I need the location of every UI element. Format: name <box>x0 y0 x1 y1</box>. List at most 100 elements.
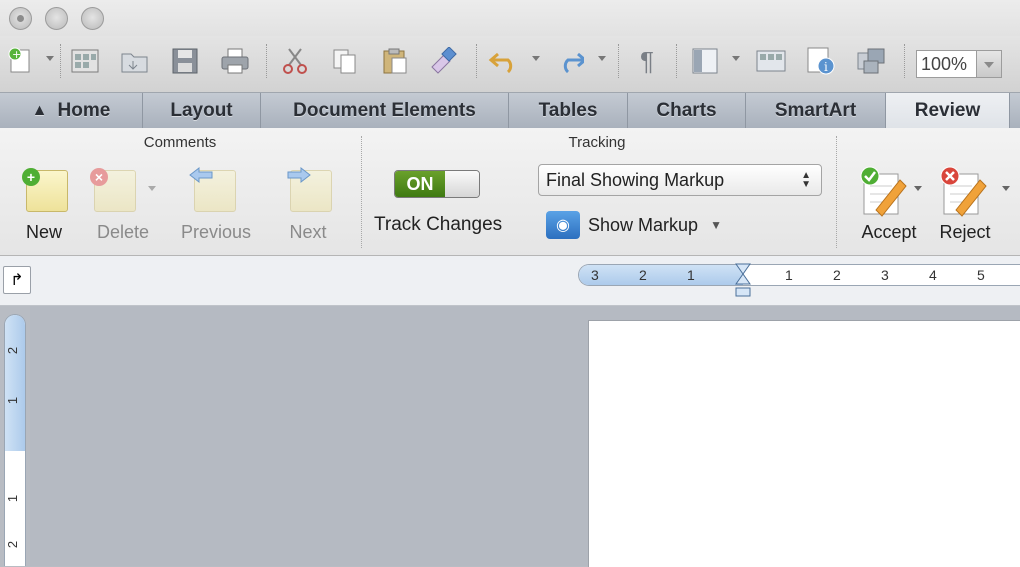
tab-home[interactable]: ▲ Home <box>0 93 143 128</box>
delete-comment-button[interactable]: × Delete <box>90 166 156 254</box>
ruler-number: 1 <box>687 267 695 283</box>
review-ribbon: Comments Tracking + New × Delete Previou… <box>0 128 1020 256</box>
next-comment-button[interactable]: Next <box>278 166 338 254</box>
redo-dropdown-icon[interactable] <box>598 56 606 61</box>
reject-button[interactable]: Reject <box>939 166 1010 254</box>
pilcrow-glyph: ¶ <box>640 45 654 76</box>
toolbox-icon[interactable]: i <box>806 46 836 76</box>
home-icon: ▲ <box>31 101 48 119</box>
delete-comment-label: Delete <box>96 222 150 242</box>
tab-smartart-label: SmartArt <box>774 99 857 121</box>
cut-icon[interactable] <box>280 46 310 76</box>
close-window-button[interactable] <box>9 7 32 30</box>
reject-label: Reject <box>939 222 991 242</box>
previous-comment-label: Previous <box>180 222 252 242</box>
comments-group-title: Comments <box>143 134 217 151</box>
svg-text:+: + <box>12 48 21 61</box>
tab-document-elements-label: Document Elements <box>293 99 476 121</box>
sidebar-dropdown-icon[interactable] <box>732 56 740 61</box>
tab-stop-selector[interactable]: ↱ <box>3 266 31 294</box>
toolbar-separator <box>60 44 62 78</box>
tab-tables-label: Tables <box>538 99 598 121</box>
templates-icon[interactable] <box>70 46 100 76</box>
ruler-number: 3 <box>881 267 889 283</box>
media-browser-icon[interactable] <box>856 46 886 76</box>
show-markup-label: Show Markup <box>588 214 699 235</box>
toolbar-separator <box>266 44 268 78</box>
accept-dropdown-icon[interactable] <box>914 186 922 191</box>
gallery-icon[interactable] <box>756 46 786 76</box>
ruler-number: 2 <box>833 267 841 283</box>
accept-icon <box>860 166 907 217</box>
redo-icon[interactable] <box>554 46 584 76</box>
new-comment-button[interactable]: + New <box>14 166 74 254</box>
ruler-number: 3 <box>591 267 599 283</box>
accept-label: Accept <box>861 222 917 242</box>
toolbar-separator <box>476 44 478 78</box>
paste-icon[interactable] <box>380 46 410 76</box>
open-icon[interactable] <box>120 46 150 76</box>
reject-dropdown-icon[interactable] <box>1002 186 1010 191</box>
toolbar-separator <box>904 44 906 78</box>
left-arrow-icon <box>189 166 213 184</box>
document-page[interactable] <box>588 320 1020 567</box>
zoom-window-button[interactable] <box>81 7 104 30</box>
horizontal-ruler[interactable]: 3 2 1 1 2 3 4 5 <box>578 264 1020 286</box>
show-markup-button[interactable]: ◉ Show Markup ▼ <box>546 210 722 240</box>
group-separator <box>361 136 363 248</box>
undo-icon[interactable] <box>488 46 518 76</box>
indent-marker-icon[interactable] <box>734 262 752 300</box>
track-changes-toggle[interactable]: ON <box>394 170 480 198</box>
tab-tables[interactable]: Tables <box>509 93 628 128</box>
magnifier-icon: ◉ <box>546 211 580 239</box>
updown-chevron-icon: ▲ ▼ <box>801 170 811 190</box>
save-icon[interactable] <box>170 46 200 76</box>
ruler-number: 2 <box>5 346 21 355</box>
new-document-icon[interactable]: + <box>6 46 36 76</box>
ruler-margin-area <box>579 265 743 285</box>
chevron-down-icon: ▼ <box>710 218 722 232</box>
standard-toolbar: + ¶ i 100% <box>0 36 1020 92</box>
copy-icon[interactable] <box>330 46 360 76</box>
accept-button[interactable]: Accept <box>856 166 922 254</box>
markup-view-value: Final Showing Markup <box>546 170 725 190</box>
undo-dropdown-icon[interactable] <box>532 56 540 61</box>
toggle-on-label: ON <box>395 171 445 197</box>
ruler-number: 2 <box>5 540 21 549</box>
minimize-window-button[interactable] <box>45 7 68 30</box>
print-icon[interactable] <box>220 46 250 76</box>
tab-review[interactable]: Review <box>886 93 1010 128</box>
format-painter-icon[interactable] <box>428 46 458 76</box>
tab-smartart[interactable]: SmartArt <box>746 93 886 128</box>
zoom-dropdown-icon[interactable] <box>976 51 1001 77</box>
vertical-ruler[interactable]: 2 1 1 2 <box>4 314 26 566</box>
zoom-select[interactable]: 100% <box>916 50 1002 78</box>
sidebar-icon[interactable] <box>690 46 720 76</box>
add-icon: + <box>22 168 40 186</box>
toggle-knob[interactable] <box>445 171 479 197</box>
toolbar-separator <box>676 44 678 78</box>
tab-document-elements[interactable]: Document Elements <box>261 93 509 128</box>
ribbon-tabs: ▲ Home Layout Document Elements Tables Ch… <box>0 92 1020 128</box>
ruler-bar: ↱ 3 2 1 1 2 3 4 5 <box>0 256 1020 306</box>
tab-layout[interactable]: Layout <box>143 93 261 128</box>
toolbar-separator <box>618 44 620 78</box>
previous-comment-button[interactable]: Previous <box>180 166 252 254</box>
delete-icon: × <box>90 168 108 186</box>
markup-view-select[interactable]: Final Showing Markup ▲ ▼ <box>538 164 822 196</box>
tab-stop-icon: ↱ <box>10 272 24 289</box>
title-bar <box>0 0 1020 36</box>
reject-icon <box>940 166 987 217</box>
right-arrow-icon <box>287 166 311 184</box>
tab-home-label: Home <box>57 99 111 121</box>
new-comment-label: New <box>25 222 62 242</box>
next-comment-label: Next <box>289 222 327 242</box>
delete-dropdown-icon[interactable] <box>148 186 156 191</box>
pilcrow-icon[interactable]: ¶ <box>632 46 662 76</box>
ruler-number: 2 <box>639 267 647 283</box>
ruler-number: 5 <box>977 267 985 283</box>
new-dropdown-icon[interactable] <box>46 56 54 61</box>
ruler-number: 1 <box>785 267 793 283</box>
tab-charts[interactable]: Charts <box>628 93 746 128</box>
tab-layout-label: Layout <box>170 99 233 121</box>
